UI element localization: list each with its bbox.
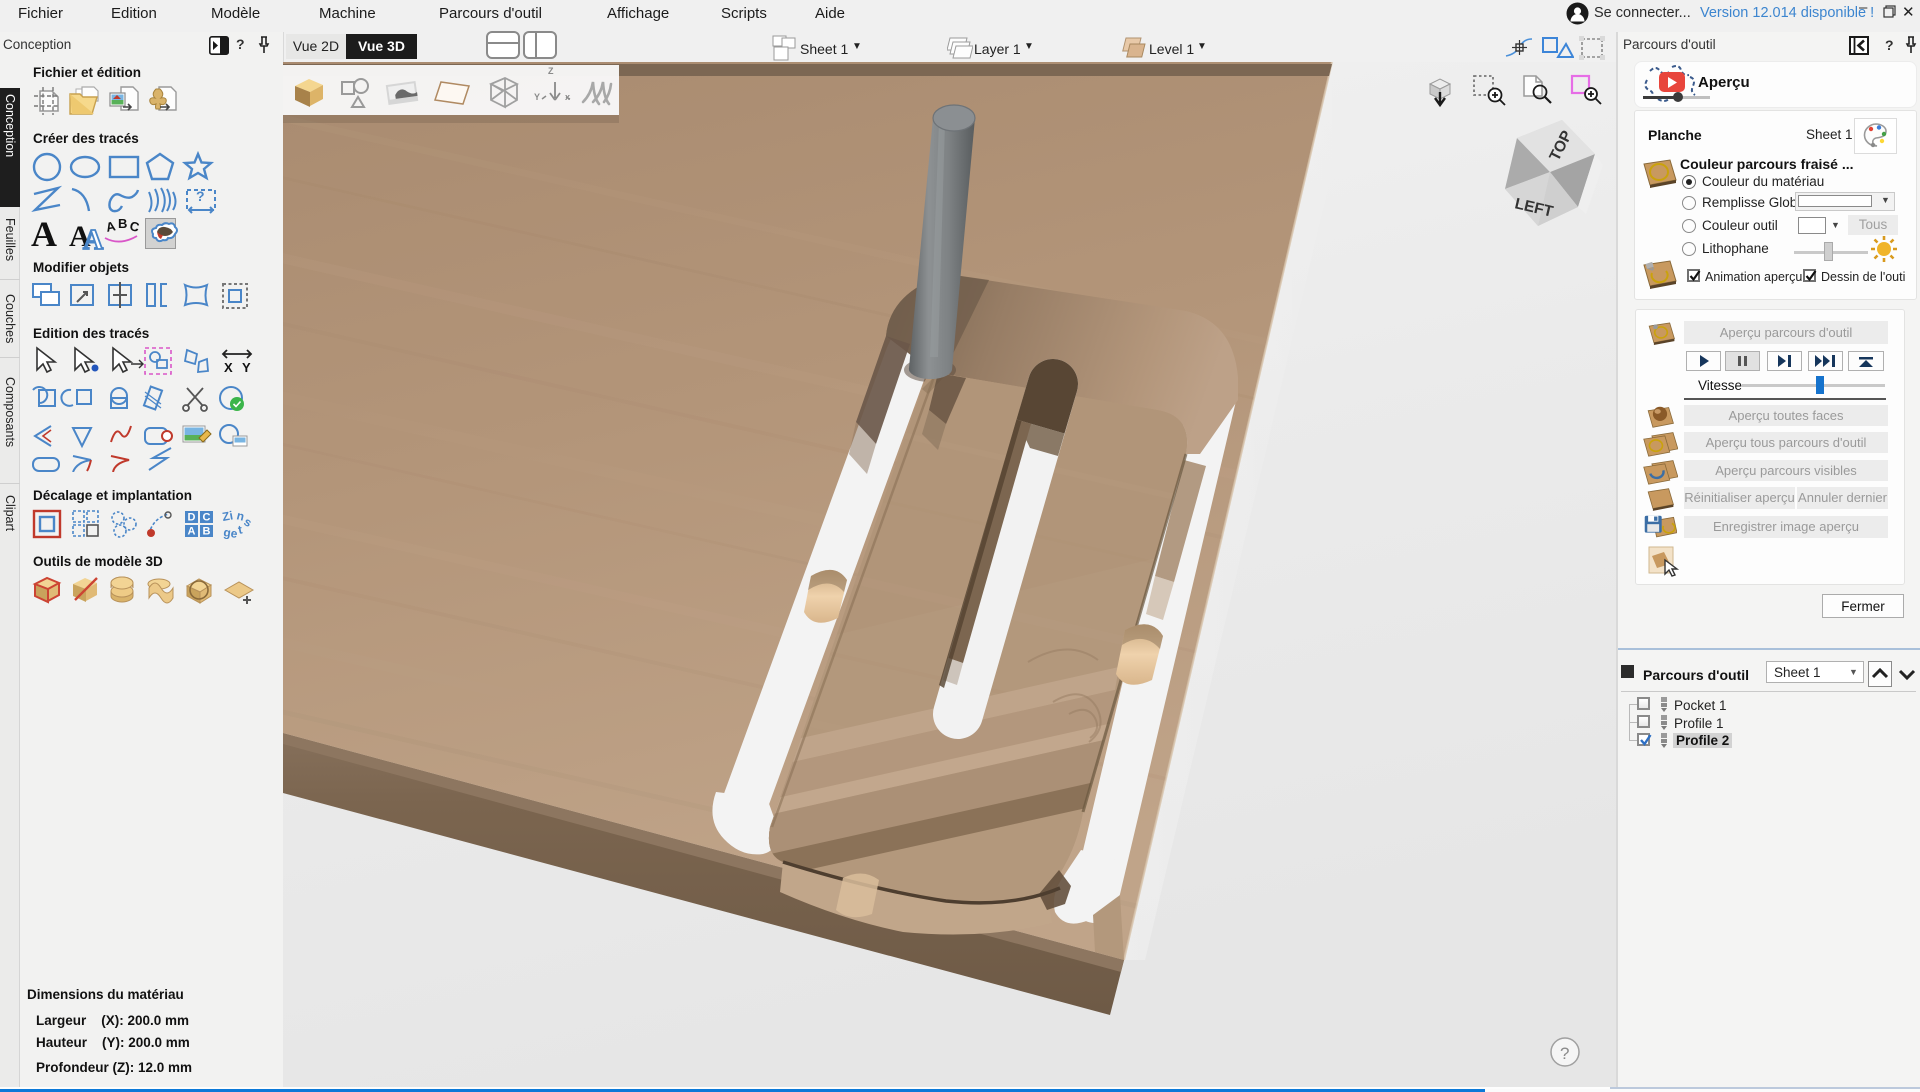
svg-text:Z: Z xyxy=(548,66,554,76)
svg-text:?: ? xyxy=(196,188,205,204)
svg-text:A: A xyxy=(83,225,104,250)
svg-text:?: ? xyxy=(1560,1044,1569,1063)
svg-text:Y: Y xyxy=(242,360,251,375)
svg-text:B: B xyxy=(118,216,127,231)
svg-text:x: x xyxy=(565,92,570,102)
svg-text:C: C xyxy=(128,218,141,235)
svg-text:A: A xyxy=(105,218,118,235)
svg-text:Zi: Zi xyxy=(221,508,234,524)
svg-text:ge: ge xyxy=(223,525,239,540)
svg-text:Y: Y xyxy=(534,92,540,102)
svg-text:A: A xyxy=(188,526,196,538)
svg-text:D: D xyxy=(188,512,196,524)
svg-text:C: C xyxy=(203,512,211,524)
svg-text:B: B xyxy=(203,526,211,538)
svg-text:A: A xyxy=(31,216,57,250)
svg-text:X: X xyxy=(224,360,233,375)
